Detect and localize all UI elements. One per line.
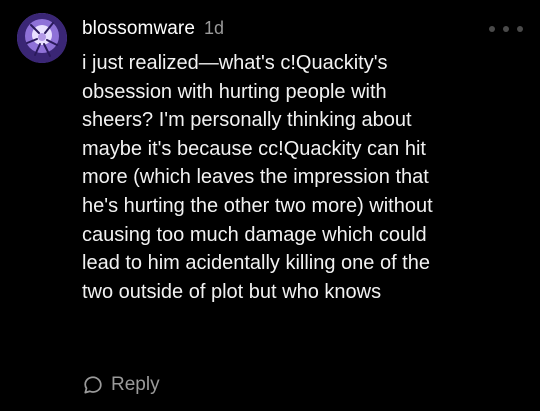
comment-header: blossomware 1d [82,18,224,44]
reply-button[interactable]: Reply [82,372,160,398]
comment-line: lead to him acidentally killing one of t… [82,252,430,275]
timestamp: 1d [204,18,225,38]
speech-bubble-icon [84,376,102,394]
comment-line: two outside of plot but who knows [82,280,382,303]
comment-line: i just realized—what's c!Quackity's [82,52,388,74]
comment-line: more (which leaves the impression that [82,166,429,189]
comment-line: causing too much damage which could [82,223,427,246]
more-options-button[interactable] [489,20,523,38]
comment-line: sheers? I'm personally thinking about [82,109,412,132]
more-dots-icon [517,26,523,32]
comment-line: obsession with hurting people with [82,80,387,103]
more-dots-icon [489,26,495,32]
more-dots-icon [503,26,509,32]
username-link[interactable]: blossomware [82,18,195,40]
avatar[interactable] [17,13,67,63]
comment-item: blossomware 1d i just realized—what's c!… [0,0,540,411]
comment-body: i just realized—what's c!Quackity's obse… [82,49,522,306]
reply-label: Reply [111,374,160,395]
comment-line: he's hurting the other two more) without [82,194,433,217]
comment-line: maybe it's because cc!Quackity can hit [82,137,426,160]
user-avatar-icon [17,13,67,63]
